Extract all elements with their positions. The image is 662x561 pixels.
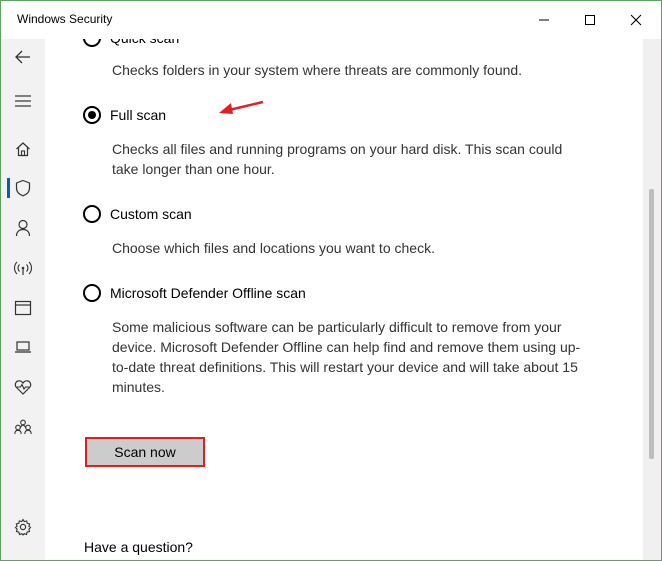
menu-button[interactable] xyxy=(1,83,45,119)
custom-scan-description: Choose which files and locations you wan… xyxy=(112,240,435,256)
sidebar-item-family-options[interactable] xyxy=(1,409,45,445)
scrollbar-thumb[interactable] xyxy=(649,189,654,459)
maximize-icon xyxy=(585,15,595,25)
sidebar-item-home[interactable] xyxy=(1,131,45,167)
window-title: Windows Security xyxy=(17,12,113,26)
hamburger-menu-icon xyxy=(15,95,31,107)
sidebar-item-virus-protection[interactable] xyxy=(1,170,45,206)
sidebar xyxy=(1,39,45,560)
sidebar-item-app-browser-control[interactable] xyxy=(1,290,45,326)
scan-now-button[interactable]: Scan now xyxy=(85,437,205,467)
help-question-heading: Have a question? xyxy=(84,539,193,555)
quick-scan-description: Checks folders in your system where thre… xyxy=(112,62,523,78)
option-full-scan[interactable]: Full scan xyxy=(83,106,166,124)
full-scan-radio[interactable] xyxy=(83,106,101,124)
back-arrow-icon xyxy=(15,50,30,64)
heart-pulse-icon xyxy=(14,380,32,395)
defender-offline-scan-radio[interactable] xyxy=(83,284,101,302)
back-button[interactable] xyxy=(1,39,45,75)
title-bar: Windows Security xyxy=(1,1,661,39)
wireless-icon xyxy=(14,261,32,275)
gear-icon xyxy=(14,518,32,536)
family-icon xyxy=(14,419,32,435)
defender-offline-scan-description: Some malicious software can be particula… xyxy=(112,319,581,395)
sidebar-item-settings[interactable] xyxy=(1,509,45,545)
option-defender-offline-scan[interactable]: Microsoft Defender Offline scan xyxy=(83,284,306,302)
custom-scan-label: Custom scan xyxy=(110,206,192,222)
minimize-icon xyxy=(539,19,549,21)
close-icon xyxy=(630,14,642,26)
defender-offline-scan-label: Microsoft Defender Offline scan xyxy=(110,285,306,301)
custom-scan-radio[interactable] xyxy=(83,205,101,223)
scrollbar[interactable] xyxy=(643,39,661,560)
person-icon xyxy=(15,219,31,237)
windows-security-window: Windows Security Checks folders in your … xyxy=(0,0,662,561)
minimize-button[interactable] xyxy=(521,1,567,39)
laptop-icon xyxy=(15,341,31,353)
sidebar-item-firewall[interactable] xyxy=(1,250,45,286)
full-scan-label: Full scan xyxy=(110,107,167,123)
annotation-arrow-icon xyxy=(219,100,264,114)
shield-icon xyxy=(15,179,31,197)
sidebar-item-device-security[interactable] xyxy=(1,329,45,365)
option-custom-scan[interactable]: Custom scan xyxy=(83,205,192,223)
maximize-button[interactable] xyxy=(567,1,613,39)
home-icon xyxy=(16,142,30,157)
browser-window-icon xyxy=(14,300,32,316)
sidebar-item-device-health[interactable] xyxy=(1,369,45,405)
full-scan-description: Checks all files and running programs on… xyxy=(112,141,563,177)
scan-options-panel: Quick scan Checks folders in your system… xyxy=(45,1,643,560)
close-button[interactable] xyxy=(613,1,659,39)
sidebar-item-account-protection[interactable] xyxy=(1,210,45,246)
